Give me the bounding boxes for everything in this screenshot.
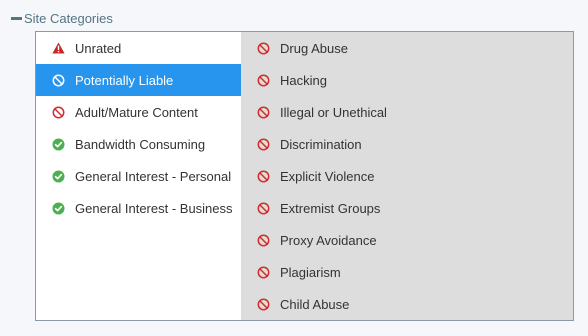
subcategory-label: Hacking — [280, 72, 327, 88]
subcategory-label: Explicit Violence — [280, 168, 375, 184]
category-label: Unrated — [75, 40, 122, 56]
category-item-general-interest-business[interactable]: General Interest - Business — [36, 192, 241, 224]
block-icon — [257, 106, 270, 119]
subcategory-item-illegal-or-unethical[interactable]: Illegal or Unethical — [241, 96, 573, 128]
block-icon — [52, 74, 65, 87]
site-categories-toggle[interactable]: Site Categories — [11, 9, 113, 27]
category-label: Adult/Mature Content — [75, 104, 198, 120]
category-label: General Interest - Personal — [75, 168, 232, 184]
collapse-icon — [11, 16, 22, 20]
subcategory-item-extremist-groups[interactable]: Extremist Groups — [241, 192, 573, 224]
block-icon — [257, 170, 270, 183]
subcategory-list: Drug Abuse Hacking Illegal or Unethical … — [241, 32, 573, 320]
category-label: Bandwidth Consuming — [75, 136, 206, 152]
check-circle-icon — [52, 138, 65, 151]
block-icon — [257, 234, 270, 247]
category-item-potentially-liable[interactable]: Potentially Liable — [36, 64, 241, 96]
subcategory-item-plagiarism[interactable]: Plagiarism — [241, 256, 573, 288]
subcategory-label: Child Abuse — [280, 296, 350, 312]
block-icon — [257, 266, 270, 279]
block-icon — [257, 202, 270, 215]
category-list: Unrated Potentially Liable Adult/Mature … — [36, 32, 241, 320]
category-item-unrated[interactable]: Unrated — [36, 32, 241, 64]
subcategory-label: Extremist Groups — [280, 200, 381, 216]
subcategory-label: Illegal or Unethical — [280, 104, 387, 120]
check-circle-icon — [52, 202, 65, 215]
section-title: Site Categories — [24, 10, 113, 26]
warning-icon — [52, 42, 65, 55]
subcategory-item-explicit-violence[interactable]: Explicit Violence — [241, 160, 573, 192]
subcategory-item-proxy-avoidance[interactable]: Proxy Avoidance — [241, 224, 573, 256]
subcategory-label: Discrimination — [280, 136, 362, 152]
block-icon — [52, 106, 65, 119]
subcategory-label: Drug Abuse — [280, 40, 348, 56]
subcategory-label: Plagiarism — [280, 264, 341, 280]
subcategory-item-drug-abuse[interactable]: Drug Abuse — [241, 32, 573, 64]
subcategory-label: Proxy Avoidance — [280, 232, 377, 248]
category-item-bandwidth-consuming[interactable]: Bandwidth Consuming — [36, 128, 241, 160]
block-icon — [257, 42, 270, 55]
block-icon — [257, 298, 270, 311]
subcategory-item-discrimination[interactable]: Discrimination — [241, 128, 573, 160]
category-item-general-interest-personal[interactable]: General Interest - Personal — [36, 160, 241, 192]
block-icon — [257, 138, 270, 151]
categories-panel: Unrated Potentially Liable Adult/Mature … — [35, 31, 574, 321]
category-label: Potentially Liable — [75, 72, 174, 88]
category-item-adult-mature-content[interactable]: Adult/Mature Content — [36, 96, 241, 128]
block-icon — [257, 74, 270, 87]
category-label: General Interest - Business — [75, 200, 233, 216]
check-circle-icon — [52, 170, 65, 183]
subcategory-item-child-abuse[interactable]: Child Abuse — [241, 288, 573, 320]
subcategory-item-hacking[interactable]: Hacking — [241, 64, 573, 96]
